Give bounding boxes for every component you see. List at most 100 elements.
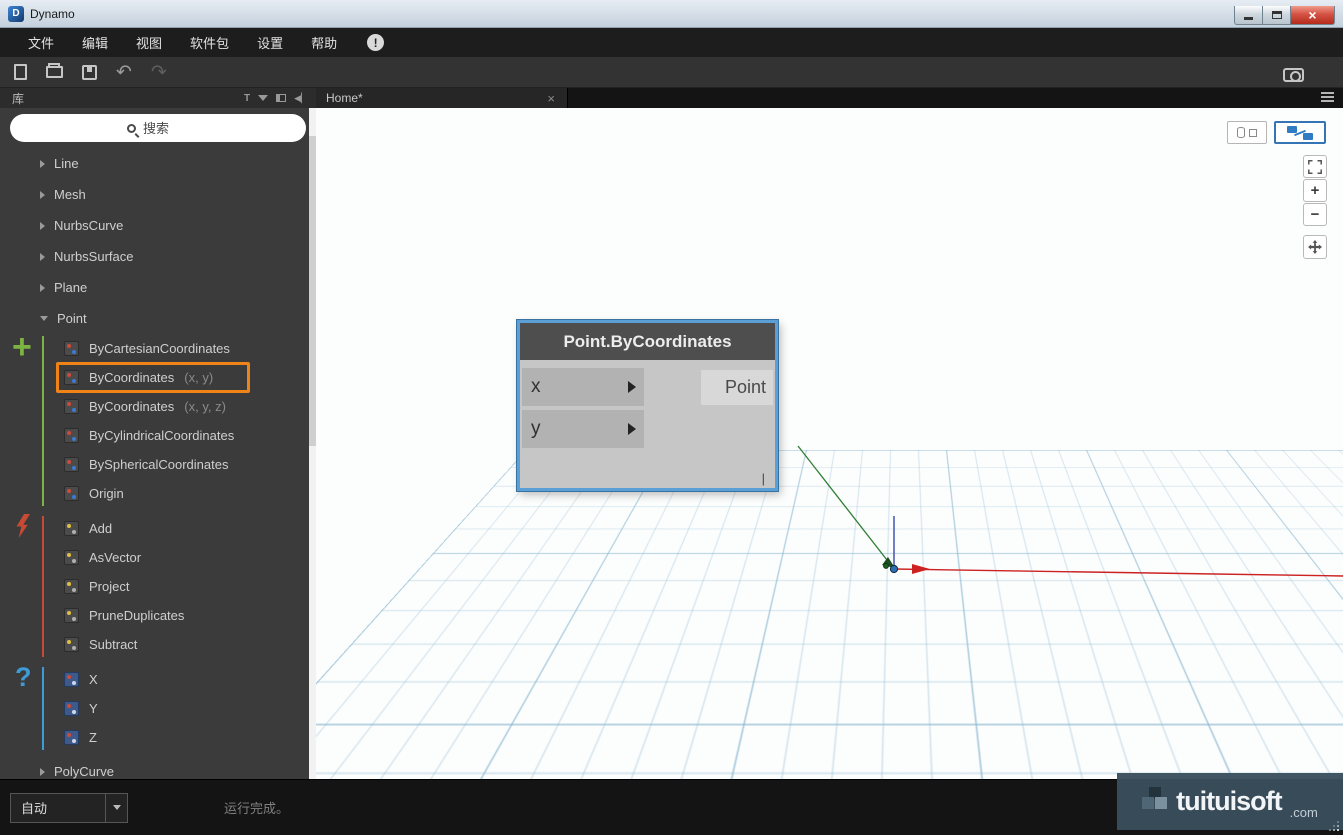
filter-funnel-icon[interactable]	[258, 95, 268, 101]
zoom-out-button[interactable]: −	[1303, 203, 1327, 226]
library-item-label: Y	[89, 701, 98, 716]
point-query-group: X Y Z	[0, 665, 316, 752]
library-item-nurbssurface[interactable]: NurbsSurface	[0, 241, 316, 272]
lacing-indicator[interactable]: |	[762, 471, 765, 486]
new-file-button[interactable]	[14, 60, 27, 84]
search-area	[0, 108, 316, 148]
node-type-icon	[64, 399, 79, 414]
workspace-menu-icon[interactable]	[1321, 92, 1334, 102]
library-item-bycoordinates-xyz[interactable]: ByCoordinates (x, y, z)	[0, 392, 316, 421]
library-item-subtract[interactable]: Subtract	[0, 630, 316, 659]
dynamo-logo-icon: D	[8, 6, 24, 22]
output-port-point[interactable]: Point	[701, 370, 773, 405]
library-item-label: AsVector	[89, 550, 141, 565]
input-port-x[interactable]: x	[522, 368, 644, 406]
title-bar[interactable]: D Dynamo ×	[0, 0, 1343, 28]
node-type-icon	[64, 486, 79, 501]
minimize-button[interactable]	[1234, 6, 1263, 25]
library-scrollbar[interactable]	[309, 108, 316, 779]
maximize-button[interactable]	[1262, 6, 1291, 25]
zoom-in-button[interactable]: +	[1303, 179, 1327, 202]
workspace-canvas[interactable]: Point.ByCoordinates x y Point |	[316, 108, 1343, 779]
open-file-button[interactable]	[46, 60, 63, 84]
chevron-right-icon	[628, 381, 636, 393]
redo-button[interactable]: ↷	[151, 60, 167, 84]
library-item-mesh[interactable]: Mesh	[0, 179, 316, 210]
library-item-point[interactable]: Point	[0, 303, 316, 334]
library-item-project[interactable]: Project	[0, 572, 316, 601]
library-item-label: ByCoordinates	[89, 370, 174, 385]
tab-label: Home*	[326, 91, 545, 105]
camera-icon	[1283, 68, 1304, 82]
text-filter-icon[interactable]: T	[244, 93, 250, 104]
dropdown-arrow-box[interactable]	[105, 794, 127, 822]
library-item-line[interactable]: Line	[0, 148, 316, 179]
close-button[interactable]: ×	[1290, 6, 1335, 25]
search-box[interactable]	[10, 114, 306, 142]
input-port-label: y	[531, 418, 541, 440]
library-item-label: Mesh	[54, 187, 86, 202]
point-create-group: ByCartesianCoordinates ByCoordinates (x,…	[0, 334, 316, 508]
library-item-nurbscurve[interactable]: NurbsCurve	[0, 210, 316, 241]
menu-item-help[interactable]: 帮助	[297, 27, 351, 58]
library-item-label: Project	[89, 579, 129, 594]
zoom-fit-button[interactable]	[1303, 155, 1327, 178]
node-type-icon	[64, 701, 79, 716]
run-mode-dropdown[interactable]: 自动	[10, 793, 128, 823]
menu-item-settings[interactable]: 设置	[243, 27, 297, 58]
library-item-bycylindricalcoordinates[interactable]: ByCylindricalCoordinates	[0, 421, 316, 450]
save-icon	[82, 65, 97, 80]
tab-home[interactable]: Home* ×	[316, 88, 568, 108]
dynamo-window: D Dynamo × 文件 编辑 视图 软件包 设置 帮助 ! ↶ ↷ 库 T	[0, 0, 1343, 835]
menu-item-edit[interactable]: 编辑	[68, 27, 122, 58]
point-action-group: Add AsVector Project PruneDuplicates	[0, 514, 316, 659]
library-item-label: ByCoordinates	[89, 399, 174, 414]
open-file-icon	[46, 66, 63, 78]
library-item-bycoordinates-xy[interactable]: ByCoordinates (x, y)	[0, 363, 316, 392]
chevron-right-icon	[628, 423, 636, 435]
undo-button[interactable]: ↶	[116, 60, 132, 84]
menu-item-packages[interactable]: 软件包	[176, 27, 243, 58]
tool-bar: ↶ ↷	[0, 57, 1343, 88]
library-item-add[interactable]: Add	[0, 514, 316, 543]
node-title[interactable]: Point.ByCoordinates	[520, 323, 775, 360]
input-port-y[interactable]: y	[522, 410, 644, 448]
node-body: x y Point |	[520, 360, 775, 488]
layout-panes-icon[interactable]	[276, 94, 286, 102]
node-type-icon	[64, 370, 79, 385]
library-item-asvector[interactable]: AsVector	[0, 543, 316, 572]
tab-close-icon[interactable]: ×	[545, 91, 557, 106]
menu-item-file[interactable]: 文件	[14, 27, 68, 58]
notification-icon[interactable]: !	[367, 34, 384, 51]
collapse-panel-icon[interactable]: ◀▏	[294, 93, 308, 104]
node-type-icon	[64, 521, 79, 536]
library-item-polycurve[interactable]: PolyCurve	[0, 756, 316, 779]
library-item-y[interactable]: Y	[0, 694, 316, 723]
library-title: 库	[12, 90, 244, 107]
library-item-plane[interactable]: Plane	[0, 272, 316, 303]
export-image-button[interactable]	[1283, 63, 1304, 87]
menu-bar: 文件 编辑 视图 软件包 设置 帮助 !	[0, 28, 1343, 57]
scrollbar-thumb[interactable]	[309, 136, 316, 446]
chevron-down-icon	[113, 805, 121, 810]
input-ports: x y	[522, 368, 644, 448]
library-item-origin[interactable]: Origin	[0, 479, 316, 508]
resize-grip[interactable]	[1337, 829, 1339, 831]
library-panel: Line Mesh NurbsCurve NurbsSurface Plane	[0, 108, 316, 779]
run-status-message: 运行完成。	[224, 798, 289, 817]
search-input[interactable]	[143, 121, 189, 136]
node-point-bycoordinates[interactable]: Point.ByCoordinates x y Point |	[517, 320, 778, 491]
pan-button[interactable]	[1303, 235, 1327, 259]
watermark: tuituisoft .com	[1117, 773, 1343, 830]
library-item-bycartesiancoordinates[interactable]: ByCartesianCoordinates	[0, 334, 316, 363]
library-item-bysphericalcoordinates[interactable]: BySphericalCoordinates	[0, 450, 316, 479]
graph-view-button[interactable]	[1274, 121, 1326, 144]
library-item-x[interactable]: X	[0, 665, 316, 694]
geometry-view-button[interactable]	[1227, 121, 1267, 144]
menu-item-view[interactable]: 视图	[122, 27, 176, 58]
library-item-z[interactable]: Z	[0, 723, 316, 752]
library-item-label: Point	[57, 311, 87, 326]
library-item-label: Origin	[89, 486, 124, 501]
library-item-pruneduplicates[interactable]: PruneDuplicates	[0, 601, 316, 630]
save-button[interactable]	[82, 60, 97, 84]
